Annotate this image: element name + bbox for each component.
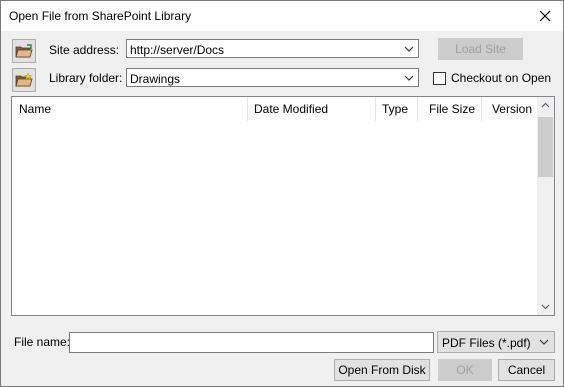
folder-open-icon: [15, 44, 33, 58]
chevron-down-icon[interactable]: [539, 300, 552, 313]
cancel-button[interactable]: Cancel: [498, 359, 555, 381]
site-address-value: http://server/Docs: [130, 43, 225, 57]
site-address-combo[interactable]: http://server/Docs: [126, 39, 419, 58]
browse-site-button[interactable]: [12, 39, 36, 63]
open-file-dialog: Open File from SharePoint Library Site a…: [0, 0, 564, 387]
ok-button[interactable]: OK: [438, 359, 492, 381]
file-type-filter-value: PDF Files (*.pdf): [442, 336, 531, 350]
open-from-disk-button[interactable]: Open From Disk: [334, 359, 430, 381]
folder-star-icon: [15, 72, 33, 87]
close-icon: [539, 10, 551, 22]
column-header-file-size[interactable]: File Size: [418, 97, 482, 121]
library-folder-label: Library folder:: [49, 71, 123, 85]
dialog-title: Open File from SharePoint Library: [9, 9, 192, 23]
column-header-date-modified[interactable]: Date Modified: [248, 97, 376, 121]
chevron-up-icon[interactable]: [539, 99, 552, 112]
close-button[interactable]: [531, 2, 559, 30]
scrollbar-thumb[interactable]: [538, 117, 553, 177]
column-header-name[interactable]: Name: [12, 97, 248, 121]
library-folder-combo[interactable]: Drawings: [126, 68, 419, 87]
site-address-label: Site address:: [49, 43, 120, 57]
file-type-filter[interactable]: PDF Files (*.pdf): [437, 331, 555, 353]
file-name-input[interactable]: [69, 332, 434, 353]
title-bar: Open File from SharePoint Library: [1, 1, 563, 31]
checkout-on-open-checkbox[interactable]: [433, 72, 446, 85]
chevron-down-icon: [404, 46, 414, 52]
vertical-scrollbar[interactable]: [537, 97, 554, 315]
browse-library-button[interactable]: [12, 68, 36, 92]
chevron-down-icon: [404, 75, 414, 81]
chevron-down-icon: [539, 339, 549, 345]
column-header-version[interactable]: Version: [482, 97, 538, 121]
checkout-on-open-label: Checkout on Open: [451, 71, 552, 85]
column-header-type[interactable]: Type: [376, 97, 418, 121]
load-site-button[interactable]: Load Site: [438, 38, 523, 60]
file-list[interactable]: Name Date Modified Type File Size Versio…: [11, 96, 555, 316]
library-folder-value: Drawings: [130, 72, 181, 86]
file-name-label: File name:: [14, 335, 71, 349]
